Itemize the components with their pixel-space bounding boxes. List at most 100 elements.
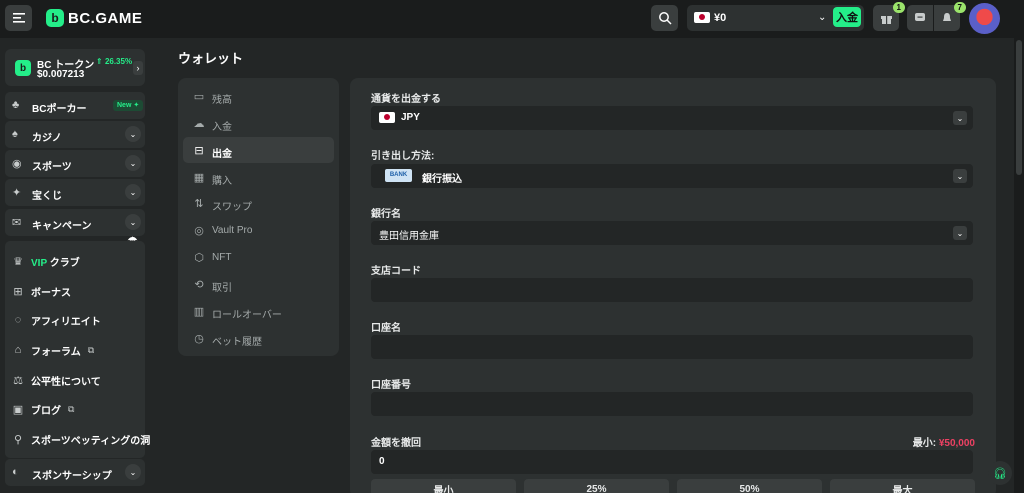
- sidebar-item-label: キャンペーン: [32, 221, 92, 232]
- sidebar-item-poker[interactable]: ♣ BCポーカー New ✦: [5, 92, 145, 119]
- sidebar-item-forum[interactable]: ⌂ フォーラム ⧉: [12, 342, 94, 358]
- 50-percent-button[interactable]: 50%: [677, 479, 822, 493]
- vip-icon: ♛: [13, 255, 23, 268]
- chevron-right-icon[interactable]: ›: [133, 61, 143, 75]
- nft-icon: ⬡: [194, 252, 204, 264]
- bonus-icon: ⊞: [13, 285, 23, 298]
- casino-icon: ♠: [12, 128, 18, 140]
- sidebar-item-fairness[interactable]: ⚖ 公平性について: [12, 372, 101, 388]
- chevron-down-icon[interactable]: ⌄: [125, 214, 141, 230]
- search-icon: [658, 12, 672, 25]
- bell-icon: [943, 13, 951, 21]
- sidebar-item-casino[interactable]: ♠ カジノ ⌄: [5, 121, 145, 148]
- poker-icon: ♣: [12, 99, 20, 111]
- branch-code-input[interactable]: [371, 278, 973, 302]
- currency-label: 通貨を出金する: [371, 94, 441, 105]
- sidebar: b BC トークン ⇑ 26.35% $0.007213 › ♣ BCポーカー …: [0, 38, 150, 493]
- chat-button[interactable]: [907, 5, 933, 31]
- wallet-nav-buy[interactable]: ▦ 購入: [183, 164, 334, 190]
- amount-value: 0: [379, 456, 385, 467]
- gift-count-badge: 1: [892, 2, 905, 13]
- 25-percent-button[interactable]: 25%: [524, 479, 669, 493]
- search-button[interactable]: [651, 5, 678, 31]
- amount-input[interactable]: 0: [371, 450, 973, 474]
- bank-select[interactable]: 豊田信用金庫 ⌄: [371, 221, 973, 245]
- wallet-nav: ▭ 残高 ☁ 入金 ⊟ 出金 ▦ 購入 ⇅ スワップ ◎ Vault Pro ⬡…: [178, 78, 339, 356]
- account-name-label: 口座名: [371, 323, 401, 334]
- logo-mark-icon: b: [46, 9, 64, 27]
- token-change: ⇑ 26.35%: [96, 57, 133, 66]
- sidebar-item-bonus[interactable]: ⊞ ボーナス: [12, 283, 71, 299]
- notification-button[interactable]: 7: [934, 2, 966, 31]
- wallet-nav-label: Vault Pro: [212, 225, 253, 236]
- branch-label: 支店コード: [371, 266, 421, 277]
- bank-icon: BANK: [385, 169, 412, 182]
- vault-icon: ◎: [194, 225, 204, 237]
- method-select[interactable]: BANK 銀行振込 ⌄: [371, 164, 973, 188]
- support-headset-button[interactable]: 🎧︎: [988, 461, 1012, 485]
- wallet-nav-vault[interactable]: ◎ Vault Pro: [183, 217, 334, 243]
- sidebar-item-label: アフィリエイト: [31, 316, 101, 328]
- scrollbar-thumb[interactable]: [1016, 40, 1022, 175]
- chevron-down-icon[interactable]: ⌄: [125, 155, 141, 171]
- sidebar-item-label: ブログ: [31, 405, 61, 417]
- insight-icon: ⚲: [13, 433, 23, 446]
- jp-flag-icon: [379, 112, 395, 123]
- gift-icon: [880, 15, 892, 24]
- user-avatar[interactable]: [969, 3, 1000, 34]
- account-name-input[interactable]: [371, 335, 973, 359]
- forum-icon: ⌂: [14, 344, 22, 356]
- bc-token-card[interactable]: b BC トークン ⇑ 26.35% $0.007213 ›: [5, 49, 145, 86]
- sidebar-item-lottery[interactable]: ✦ 宝くじ ⌄: [5, 179, 145, 206]
- gift-button[interactable]: 1: [873, 2, 905, 31]
- sidebar-item-label: スポーツベッティングの洞: [31, 435, 151, 447]
- affiliate-icon: ◌: [14, 314, 22, 326]
- sidebar-item-label: 宝くじ: [32, 191, 62, 202]
- chevron-down-icon[interactable]: ⌄: [125, 464, 141, 480]
- wallet-nav-balance[interactable]: ▭ 残高: [183, 83, 334, 109]
- balance-amount: ¥0: [714, 12, 727, 24]
- chevron-down-icon[interactable]: ⌄: [125, 184, 141, 200]
- chevron-down-icon: ⌄: [953, 111, 967, 125]
- wallet-nav-swap[interactable]: ⇅ スワップ: [183, 190, 334, 216]
- wallet-nav-rollover[interactable]: ▥ ロールオーバー: [183, 298, 334, 324]
- jp-flag-icon: [694, 12, 710, 23]
- wallet-nav-nft[interactable]: ⬡ NFT: [183, 244, 334, 270]
- page-scrollbar[interactable]: [1014, 38, 1024, 493]
- wallet-nav-history[interactable]: ◷ ベット履歴: [183, 325, 334, 351]
- wallet-nav-label: ベット履歴: [212, 337, 262, 348]
- currency-select[interactable]: JPY ⌄: [371, 106, 973, 130]
- deposit-button[interactable]: 入金: [833, 7, 861, 27]
- swap-icon: ⇅: [194, 198, 204, 210]
- blog-icon: ▣: [12, 403, 24, 416]
- wallet-nav-transaction[interactable]: ⟲ 取引: [183, 271, 334, 297]
- chevron-down-icon[interactable]: ⌄: [125, 126, 141, 142]
- minimum-amount-note: 最小: ¥50,000: [912, 438, 975, 449]
- sidebar-item-campaign[interactable]: ✉ キャンペーン ⌄: [5, 209, 145, 236]
- min-amount-button[interactable]: 最小: [371, 479, 516, 493]
- wallet-nav-label: 入金: [212, 122, 232, 133]
- sidebar-item-vip[interactable]: ♛ VIP クラブ: [12, 253, 80, 269]
- sidebar-item-sponsorship[interactable]: ◐ スポンサーシップ ⌄: [5, 459, 145, 486]
- wallet-nav-label: 残高: [212, 95, 232, 106]
- sidebar-item-sports[interactable]: ◉ スポーツ ⌄: [5, 150, 145, 177]
- logo[interactable]: b BC.GAME: [46, 9, 142, 27]
- bank-label: 銀行名: [371, 209, 401, 220]
- account-number-label: 口座番号: [371, 380, 411, 391]
- chat-icon: [915, 13, 925, 21]
- sidebar-item-label: 公平性について: [31, 376, 101, 388]
- account-number-input[interactable]: [371, 392, 973, 416]
- amount-label: 金額を撤回: [371, 438, 421, 449]
- wallet-nav-deposit[interactable]: ☁ 入金: [183, 110, 334, 136]
- sidebar-item-blog[interactable]: ▣ ブログ ⧉: [12, 401, 75, 417]
- chevron-down-icon: ⌄: [818, 12, 827, 23]
- sidebar-item-affiliate[interactable]: ◌ アフィリエイト: [12, 312, 101, 328]
- campaign-icon: ✉: [12, 217, 22, 229]
- menu-toggle-button[interactable]: [5, 5, 32, 31]
- max-amount-button[interactable]: 最大: [830, 479, 975, 493]
- chevron-down-icon: ⌄: [953, 169, 967, 183]
- wallet-nav-label: ロールオーバー: [212, 310, 282, 321]
- chevron-down-icon: ⌄: [953, 226, 967, 240]
- sidebar-item-insight[interactable]: ⚲ スポーツベッティングの洞: [12, 431, 150, 447]
- wallet-nav-withdraw[interactable]: ⊟ 出金: [183, 137, 334, 163]
